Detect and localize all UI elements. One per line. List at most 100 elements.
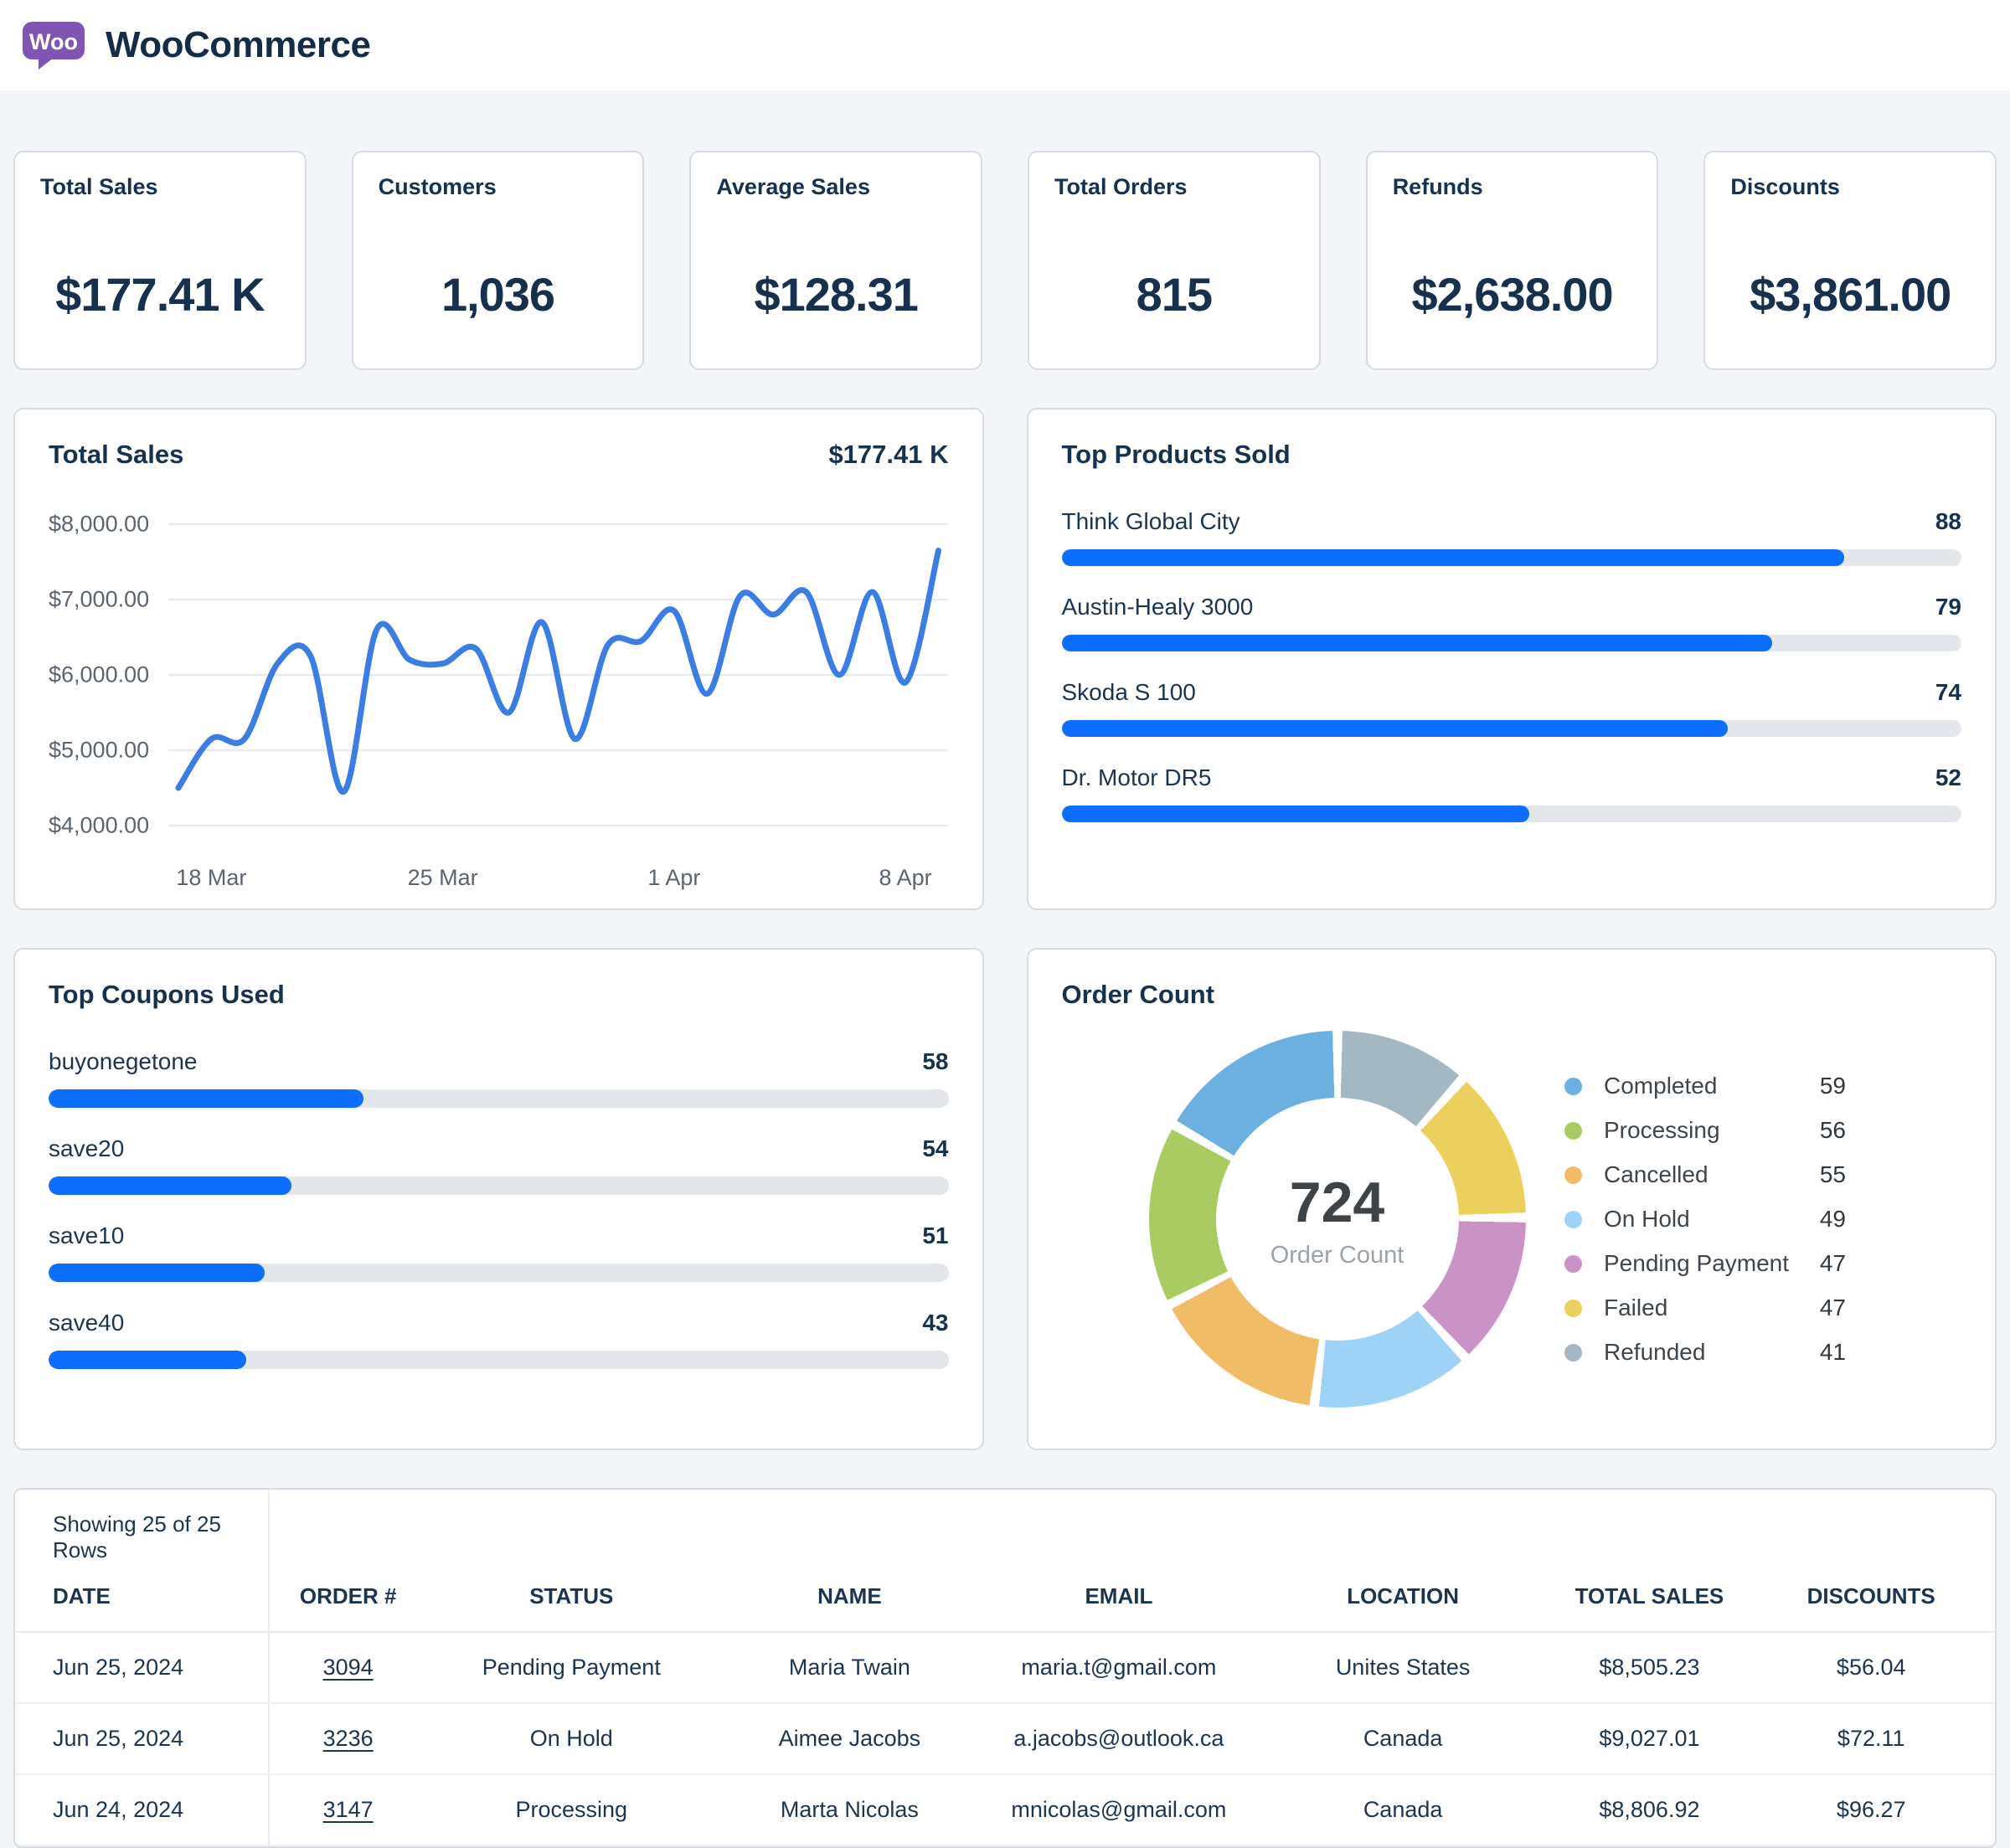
stat-card: Total Orders 815 [1028, 151, 1321, 370]
orders-table: Showing 25 of 25 Rows DATEORDER #STATUSN… [15, 1490, 1995, 1846]
bar-item-label: Skoda S 100 [1062, 679, 1196, 706]
stat-card: Discounts $3,861.00 [1703, 151, 1997, 370]
x-axis-label: 8 Apr [879, 865, 932, 891]
order-link[interactable]: 3236 [323, 1726, 374, 1751]
table-cell: Marta Nicolas [716, 1774, 983, 1845]
legend-dot-icon [1564, 1122, 1582, 1140]
top-products-list: Think Global City88Austin-Healy 300079Sk… [1062, 508, 1962, 822]
table-cell: 3236 [269, 1703, 427, 1774]
logo-text: Woo [29, 29, 78, 54]
legend-label: On Hold [1604, 1206, 1820, 1233]
x-axis-label: 1 Apr [647, 865, 700, 891]
column-header-order-: ORDER # [269, 1568, 427, 1632]
table-row: Jun 24, 2024 3147 ProcessingMarta Nicolasm… [15, 1774, 1995, 1845]
legend-item: Pending Payment47 [1564, 1242, 1846, 1286]
table-cell: Canada [1255, 1774, 1552, 1845]
table-cell: Jun 25, 2024 [15, 1703, 269, 1774]
bar-track [49, 1176, 949, 1195]
legend-item: Refunded41 [1564, 1331, 1846, 1375]
bar-item-header: save40 43 [49, 1310, 949, 1336]
top-products-title: Top Products Sold [1062, 440, 1962, 470]
table-caption-row: Showing 25 of 25 Rows [15, 1490, 1995, 1568]
bar-item-value: 51 [922, 1223, 948, 1249]
bar-track [1062, 635, 1962, 651]
bar-item-value: 88 [1935, 508, 1961, 535]
bar-item-value: 58 [922, 1048, 948, 1075]
legend-item: Processing56 [1564, 1109, 1846, 1153]
bar-item-header: save1051 [49, 1223, 949, 1249]
bar-fill [1062, 720, 1728, 737]
table-cell: Jun 24, 2024 [15, 1774, 269, 1845]
order-link[interactable]: 3147 [323, 1797, 374, 1822]
legend-label: Completed [1604, 1073, 1820, 1099]
bar-list-item: Skoda S 100 74 [1062, 679, 1962, 737]
charts-row-2: Top Coupons Used buyonegetone58save2054s… [13, 948, 1997, 1450]
stat-value: 815 [1054, 267, 1294, 322]
column-header-status: STATUS [427, 1568, 716, 1632]
legend-label: Cancelled [1604, 1161, 1820, 1188]
stat-value: $2,638.00 [1393, 267, 1632, 322]
bar-track [49, 1351, 949, 1369]
table-cell: $8,505.23 [1551, 1632, 1747, 1703]
stat-value: $177.41 K [40, 267, 280, 322]
bar-list-item: save2054 [49, 1135, 949, 1195]
line-chart-y-axis: $8,000.00$7,000.00$6,000.00$5,000.00$4,0… [49, 495, 168, 847]
stat-value: $3,861.00 [1730, 267, 1970, 322]
stat-value: $128.31 [716, 267, 956, 322]
table-cell: Maria Twain [716, 1632, 983, 1703]
bar-fill [49, 1176, 291, 1195]
bar-item-value: 43 [922, 1310, 948, 1336]
total-sales-line-series [178, 551, 939, 792]
legend-label: Refunded [1604, 1339, 1820, 1366]
table-row: Jun 25, 20243094Pending PaymentMaria Twa… [15, 1632, 1995, 1703]
bar-fill [49, 1351, 246, 1369]
stat-value: 1,036 [379, 267, 618, 322]
table-caption: Showing 25 of 25 Rows [15, 1490, 269, 1568]
y-axis-label: $5,000.00 [49, 738, 149, 764]
stat-label: Average Sales [716, 174, 956, 200]
stat-label: Total Orders [1054, 174, 1294, 200]
stats-row: Total Sales$177.41 KCustomers1,036Averag… [13, 151, 1997, 370]
bar-track [1062, 549, 1962, 566]
total-sales-chart-total: $177.41 K [828, 440, 948, 470]
legend-value: 56 [1820, 1117, 1846, 1144]
stat-card: Refunds$2,638.00 [1366, 151, 1659, 370]
table-cell: Processing [427, 1774, 716, 1845]
legend-dot-icon [1564, 1344, 1582, 1362]
table-cell: maria.t@gmail.com [983, 1632, 1255, 1703]
bar-list-item: Dr. Motor DR552 [1062, 764, 1962, 822]
bar-item-label: save40 [49, 1310, 124, 1336]
order-link[interactable]: 3094 [323, 1655, 374, 1680]
bar-item-header: Think Global City88 [1062, 508, 1962, 535]
top-coupons-list: buyonegetone58save2054save1051save4043 [49, 1048, 949, 1369]
bar-item-value: 54 [922, 1135, 948, 1162]
y-axis-label: $6,000.00 [49, 662, 149, 688]
y-axis-label: $4,000.00 [49, 813, 149, 839]
column-header-name: NAME [716, 1568, 983, 1632]
table-cell: mnicolas@gmail.com [983, 1774, 1255, 1845]
table-cell: Pending Payment [427, 1632, 716, 1703]
bar-track [49, 1264, 949, 1282]
stat-label: Total Sales [40, 174, 280, 200]
woocommerce-logo-icon: Woo [22, 19, 85, 71]
bar-track [1062, 720, 1962, 737]
legend-value: 47 [1820, 1250, 1846, 1277]
table-cell: 3147 [269, 1774, 427, 1845]
y-axis-label: $7,000.00 [49, 587, 149, 613]
legend-dot-icon [1564, 1166, 1582, 1184]
total-sales-line-chart [168, 495, 949, 847]
legend-value: 49 [1820, 1206, 1846, 1233]
table-cell: $8,806.92 [1551, 1774, 1747, 1845]
line-chart-body: $8,000.00$7,000.00$6,000.00$5,000.00$4,0… [49, 495, 949, 847]
table-cell: $96.27 [1747, 1774, 1995, 1845]
table-cell: $56.04 [1747, 1632, 1995, 1703]
bar-item-header: Dr. Motor DR552 [1062, 764, 1962, 791]
legend-value: 47 [1820, 1295, 1846, 1321]
legend-dot-icon [1564, 1255, 1582, 1273]
table-caption-spacer [269, 1490, 1995, 1568]
stat-label: Discounts [1730, 174, 1970, 200]
order-count-body: 724 Order Count Completed59Processing56C… [1062, 1010, 1962, 1428]
bar-item-value: 74 [1935, 679, 1961, 706]
bar-list-item: save1051 [49, 1223, 949, 1282]
page-title: WooCommerce [106, 24, 370, 66]
